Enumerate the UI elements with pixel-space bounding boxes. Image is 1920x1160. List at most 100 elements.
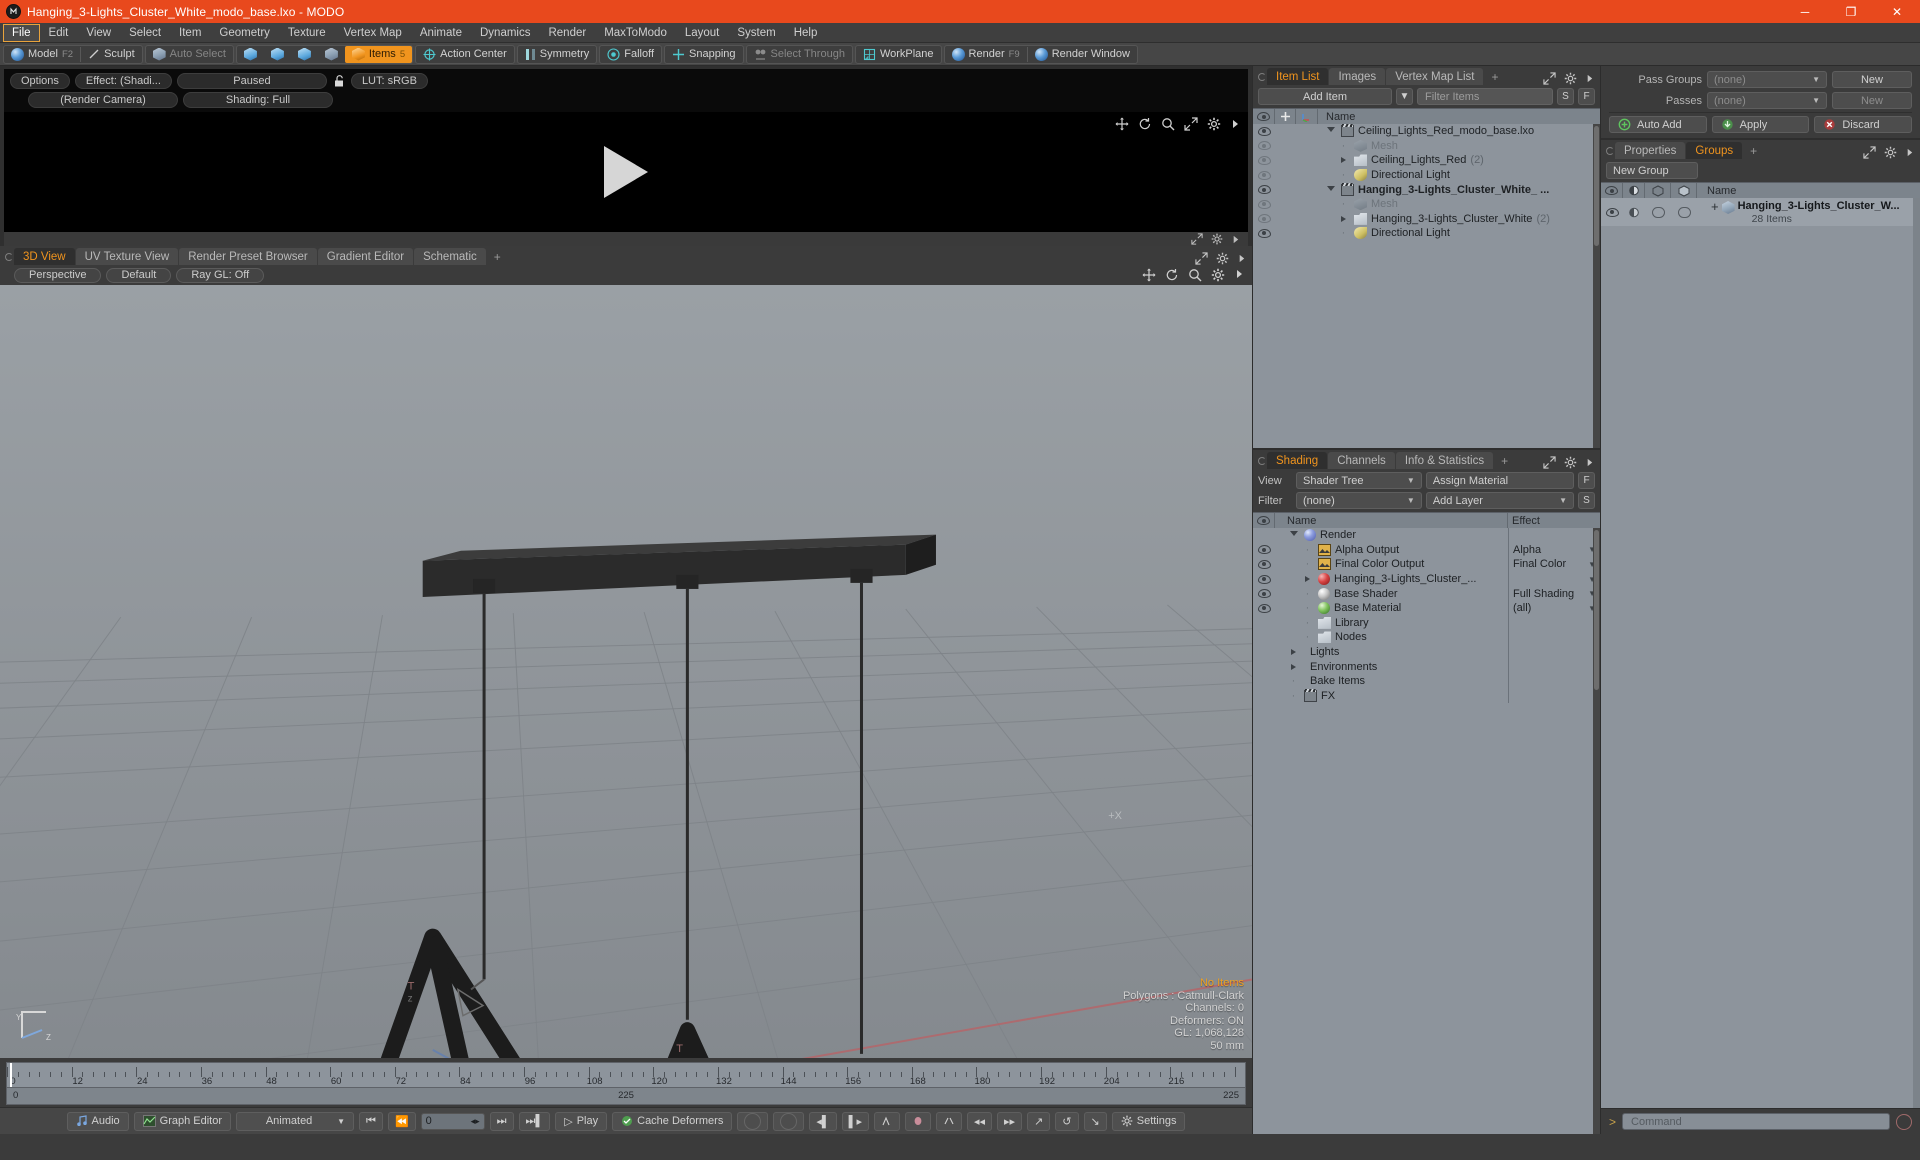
row-name-cell[interactable]: Ceiling_Lights_Red_modo_base.lxo — [1318, 124, 1534, 138]
filter-s-button[interactable]: S — [1557, 88, 1574, 105]
chevron-right-icon[interactable] — [1230, 118, 1240, 130]
item-list-scrollbar[interactable] — [1593, 124, 1600, 448]
auto-add-button[interactable]: Auto Add — [1609, 116, 1707, 133]
prev-key-button[interactable]: ◂▌ — [809, 1111, 837, 1131]
options-button[interactable]: Options — [10, 73, 70, 89]
menu-item-edit[interactable]: Edit — [40, 24, 78, 42]
collapse-caret-icon[interactable] — [1326, 127, 1335, 135]
lock-icon[interactable] — [332, 74, 346, 88]
visibility-toggle[interactable] — [1253, 141, 1275, 151]
row-name-cell[interactable]: · Directional Light — [1318, 227, 1450, 240]
groups-scrollbar[interactable] — [1913, 198, 1920, 1108]
menu-item-layout[interactable]: Layout — [676, 24, 729, 42]
row-name-cell[interactable]: · Bake Items — [1275, 675, 1508, 687]
table-row[interactable]: Ceiling_Lights_Red (2) — [1253, 153, 1600, 168]
expand-icon[interactable] — [1863, 146, 1876, 159]
menu-item-geometry[interactable]: Geometry — [210, 24, 279, 42]
toolbar-auto-select[interactable]: Auto Select — [146, 46, 233, 63]
menu-item-vertex-map[interactable]: Vertex Map — [335, 24, 411, 42]
visibility-toggle[interactable] — [1253, 214, 1275, 224]
gear-icon[interactable] — [1216, 252, 1229, 265]
shader-tree-dropdown[interactable]: Shader Tree ▼ — [1296, 472, 1422, 489]
row-name-cell[interactable]: · Directional Light — [1318, 169, 1450, 182]
chevron-right-icon[interactable] — [1234, 268, 1244, 280]
step-forward-button[interactable]: ⏭ — [489, 1111, 514, 1131]
table-row[interactable]: · Mesh — [1253, 139, 1600, 154]
tab-channels[interactable]: Channels — [1328, 452, 1395, 469]
add-layer-dropdown[interactable]: Add Layer ▼ — [1425, 492, 1574, 509]
menu-item-system[interactable]: System — [728, 24, 784, 42]
table-row[interactable]: Ceiling_Lights_Red_modo_base.lxo — [1253, 124, 1600, 139]
visibility-toggle[interactable] — [1253, 170, 1275, 180]
effect-cell[interactable]: (all)▼ — [1508, 600, 1600, 616]
chevron-right-icon[interactable] — [1585, 457, 1594, 468]
row-name-cell[interactable]: · Nodes — [1275, 631, 1508, 644]
row-name-cell[interactable]: · Final Color Output — [1275, 558, 1508, 571]
menu-item-render[interactable]: Render — [539, 24, 595, 42]
row-name-cell[interactable]: · Mesh — [1318, 198, 1398, 211]
row-name-cell[interactable]: · Base Material — [1275, 602, 1508, 615]
tab-add-button[interactable]: + — [1484, 68, 1505, 85]
maximize-button[interactable]: ❐ — [1828, 0, 1874, 23]
go-to-start-button[interactable]: ⏮ — [359, 1111, 383, 1131]
table-row[interactable]: Hanging_3-Lights_Cluster_White_ ... — [1253, 182, 1600, 197]
visibility-toggle[interactable] — [1253, 603, 1275, 613]
filter-items-input[interactable]: Filter Items — [1417, 88, 1553, 105]
gear-icon[interactable] — [1211, 233, 1223, 245]
toolbar-falloff[interactable]: Falloff — [600, 46, 661, 63]
table-row[interactable]: · Final Color Output Final Color▼ — [1253, 557, 1600, 572]
tab-uv-texture-view[interactable]: UV Texture View — [75, 248, 179, 265]
passes-new-button[interactable]: New — [1832, 92, 1912, 109]
playhead[interactable] — [10, 1063, 12, 1087]
tab-add-button[interactable]: + — [1494, 452, 1515, 469]
table-row[interactable]: Hanging_3-Lights_Cluster_... ▼ — [1253, 571, 1600, 587]
pass-groups-dropdown[interactable]: (none) ▼ — [1707, 71, 1827, 88]
toolbar-render-window[interactable]: Render Window — [1028, 46, 1137, 63]
command-input[interactable]: Command — [1622, 1113, 1890, 1130]
effect-cell[interactable]: ▼ — [1508, 571, 1600, 587]
gear-icon[interactable] — [1884, 146, 1897, 159]
viewport-raygl-toggle[interactable]: Ray GL: Off — [176, 267, 265, 283]
menu-item-animate[interactable]: Animate — [411, 24, 471, 42]
menu-item-item[interactable]: Item — [170, 24, 210, 42]
tab-add-button[interactable]: + — [1743, 142, 1764, 159]
row-name-cell[interactable]: Hanging_3-Lights_Cluster_White_ ... — [1318, 182, 1549, 196]
visibility-toggle[interactable] — [1253, 228, 1275, 238]
3d-viewport[interactable]: Perspective Default Ray GL: Off T T z Y … — [0, 265, 1252, 1058]
play-button[interactable]: ▷ Play — [555, 1111, 608, 1131]
items-mode-button[interactable]: Items 5 — [344, 45, 413, 63]
table-row[interactable]: · Bake Items — [1253, 673, 1600, 689]
menu-item-view[interactable]: View — [77, 24, 120, 42]
toolbar-render[interactable]: Render F9 — [945, 46, 1027, 63]
close-button[interactable]: ✕ — [1874, 0, 1920, 23]
groups-tree[interactable]: + Hanging_3-Lights_Cluster_W... 28 Items — [1601, 198, 1920, 1108]
menu-item-maxtomodo[interactable]: MaxToModo — [595, 24, 676, 42]
current-frame-field[interactable]: 0 ◂▸ — [420, 1112, 485, 1130]
effect-cell[interactable] — [1508, 644, 1600, 660]
menu-item-dynamics[interactable]: Dynamics — [471, 24, 539, 42]
eye-icon[interactable] — [1605, 207, 1619, 217]
table-row[interactable]: · Mesh — [1253, 197, 1600, 212]
fk-toggle-button[interactable] — [773, 1111, 805, 1131]
tab-schematic[interactable]: Schematic — [414, 248, 486, 265]
toolbar-select-through[interactable]: Select Through — [747, 46, 852, 63]
move-icon[interactable] — [1142, 268, 1156, 282]
row-name-cell[interactable]: Render — [1275, 529, 1508, 542]
visibility-toggle[interactable] — [1253, 185, 1275, 195]
visibility-toggle[interactable] — [1253, 155, 1275, 165]
3d-scene[interactable]: T T T z — [0, 285, 1252, 1058]
gear-icon[interactable] — [1564, 72, 1577, 85]
effect-cell[interactable]: Alpha▼ — [1508, 542, 1600, 558]
table-row[interactable]: Hanging_3-Lights_Cluster_White (2) — [1253, 212, 1600, 227]
range-out-button[interactable]: ▸▸ — [997, 1111, 1023, 1131]
discard-button[interactable]: Discard — [1814, 116, 1913, 133]
visibility-toggle[interactable] — [1253, 545, 1275, 555]
assign-material-button[interactable]: Assign Material — [1425, 472, 1574, 489]
delete-key-button[interactable] — [935, 1111, 962, 1131]
vertex-mode-button[interactable] — [237, 46, 264, 63]
effect-cell[interactable] — [1508, 615, 1600, 631]
table-row[interactable]: · Directional Light — [1253, 226, 1600, 241]
tab-render-preset-browser[interactable]: Render Preset Browser — [179, 248, 317, 265]
shading-dropdown[interactable]: Shading: Full — [183, 92, 333, 108]
row-name-cell[interactable]: · Alpha Output — [1275, 543, 1508, 556]
